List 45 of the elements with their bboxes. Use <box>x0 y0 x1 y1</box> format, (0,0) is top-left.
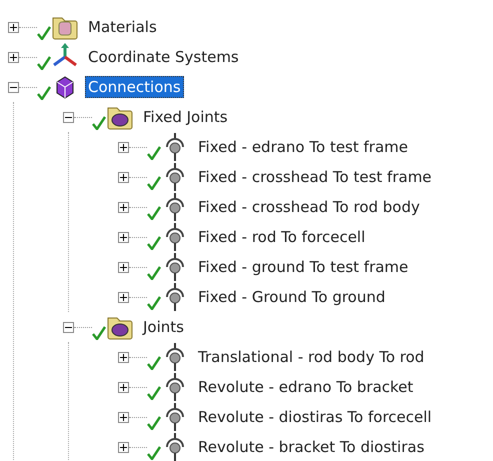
tree-item[interactable]: Fixed - crosshead To rod body <box>195 196 423 218</box>
expand-icon[interactable] <box>118 202 129 212</box>
expand-icon[interactable] <box>118 262 129 272</box>
expand-icon[interactable] <box>118 172 129 182</box>
tree-item[interactable]: Fixed - rod To forcecell <box>195 226 368 248</box>
check-icon <box>92 326 106 340</box>
tree-item[interactable]: Coordinate Systems <box>85 46 242 68</box>
expand-icon[interactable] <box>118 382 129 392</box>
check-icon <box>147 356 161 370</box>
expand-icon[interactable] <box>118 142 129 152</box>
check-icon <box>37 56 51 70</box>
check-icon <box>147 176 161 190</box>
tree-item[interactable]: Fixed - crosshead To test frame <box>195 166 435 188</box>
expand-icon[interactable] <box>118 412 129 422</box>
collapse-icon[interactable] <box>63 322 74 332</box>
check-icon <box>147 266 161 280</box>
check-icon <box>37 86 51 100</box>
tree-item[interactable]: Translational - rod body To rod <box>195 346 428 368</box>
check-icon <box>147 416 161 430</box>
collapse-icon[interactable] <box>8 82 19 92</box>
tree-item[interactable]: Fixed - ground To test frame <box>195 256 412 278</box>
tree-item[interactable]: Fixed - edrano To test frame <box>195 136 411 158</box>
collapse-icon[interactable] <box>63 112 74 122</box>
tree-item[interactable]: Materials <box>85 16 160 38</box>
expand-icon[interactable] <box>118 232 129 242</box>
check-icon <box>147 386 161 400</box>
expand-icon[interactable] <box>8 22 19 32</box>
check-icon <box>147 446 161 460</box>
expand-icon[interactable] <box>118 442 129 452</box>
tree-item[interactable]: Revolute - edrano To bracket <box>195 376 416 398</box>
tree-item[interactable]: Joints <box>140 316 187 338</box>
tree-item[interactable]: Connections <box>85 76 184 98</box>
expand-icon[interactable] <box>118 352 129 362</box>
tree-item[interactable]: Fixed - Ground To ground <box>195 286 388 308</box>
tree-item[interactable]: Fixed Joints <box>140 106 231 128</box>
check-icon <box>92 116 106 130</box>
expand-icon[interactable] <box>118 292 129 302</box>
expand-icon[interactable] <box>8 52 19 62</box>
tree-item[interactable]: Revolute - bracket To diostiras <box>195 436 428 458</box>
check-icon <box>147 296 161 310</box>
tree-item[interactable]: Revolute - diostiras To forcecell <box>195 406 435 428</box>
check-icon <box>147 206 161 220</box>
check-icon <box>147 236 161 250</box>
check-icon <box>37 26 51 40</box>
check-icon <box>147 146 161 160</box>
